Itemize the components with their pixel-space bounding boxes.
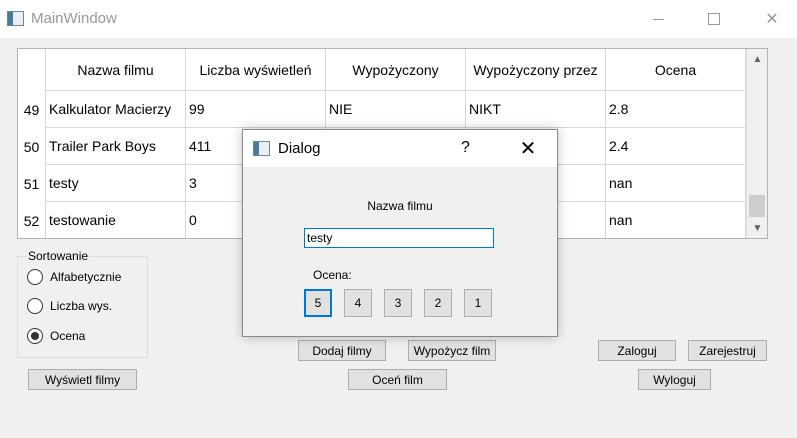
- dialog-title-bar: Dialog ? ✕: [243, 130, 557, 167]
- radio-sort-rating[interactable]: Ocena: [27, 328, 85, 344]
- register-button[interactable]: Zarejestruj: [688, 340, 767, 361]
- radio-sort-alphabetical[interactable]: Alfabetycznie: [27, 269, 121, 285]
- scrollbar-thumb[interactable]: [749, 195, 765, 217]
- radio-sort-views[interactable]: Liczba wys.: [27, 298, 112, 314]
- table-cell[interactable]: 99: [186, 91, 326, 128]
- maximize-icon: [708, 13, 720, 25]
- radio-circle-checked-icon[interactable]: [27, 328, 43, 344]
- rating-button-4[interactable]: 4: [344, 289, 372, 317]
- radio-circle-icon[interactable]: [27, 298, 43, 314]
- close-icon: ✕: [765, 11, 779, 28]
- rating-button-2[interactable]: 2: [424, 289, 452, 317]
- table-cell[interactable]: nan: [606, 202, 746, 238]
- logout-button[interactable]: Wyloguj: [638, 369, 711, 390]
- table-cell[interactable]: testy: [46, 165, 186, 202]
- help-icon[interactable]: ?: [461, 139, 470, 157]
- window-title: MainWindow: [31, 10, 117, 27]
- table-cell[interactable]: Trailer Park Boys: [46, 128, 186, 165]
- scroll-up-arrow-icon[interactable]: ▲: [747, 49, 767, 69]
- radio-label: Ocena: [50, 329, 86, 343]
- minimize-icon: [652, 18, 664, 20]
- column-header-views[interactable]: Liczba wyświetleń: [186, 49, 326, 91]
- table-cell[interactable]: testowanie: [46, 202, 186, 238]
- column-header-rating[interactable]: Ocena: [606, 49, 746, 91]
- add-films-button[interactable]: Dodaj filmy: [298, 340, 386, 361]
- table-cell[interactable]: Kalkulator Macierzy: [46, 91, 186, 128]
- column-header-title[interactable]: Nazwa filmu: [46, 49, 186, 91]
- table-corner: [18, 49, 46, 91]
- row-header[interactable]: 49: [18, 91, 46, 128]
- row-header[interactable]: 51: [18, 165, 46, 202]
- sorting-groupbox-title: Sortowanie: [27, 249, 90, 263]
- rate-film-button[interactable]: Oceń film: [348, 369, 447, 390]
- app-window-icon: [7, 11, 24, 26]
- rent-film-button[interactable]: Wypożycz film: [408, 340, 496, 361]
- table-cell[interactable]: NIE: [326, 91, 466, 128]
- row-header[interactable]: 52: [18, 202, 46, 238]
- film-name-input[interactable]: testy: [304, 228, 494, 248]
- rating-button-1[interactable]: 1: [464, 289, 492, 317]
- rating-label: Ocena:: [313, 268, 352, 282]
- close-button[interactable]: ✕: [749, 0, 795, 38]
- radio-label: Alfabetycznie: [50, 270, 122, 284]
- minimize-button[interactable]: [635, 0, 681, 38]
- maximize-button[interactable]: [691, 0, 737, 38]
- dialog-title: Dialog: [278, 140, 321, 157]
- login-button[interactable]: Zaloguj: [598, 340, 676, 361]
- column-header-rented[interactable]: Wypożyczony: [326, 49, 466, 91]
- film-name-label: Nazwa filmu: [367, 199, 433, 213]
- scroll-down-arrow-icon[interactable]: ▼: [747, 218, 767, 238]
- table-cell[interactable]: nan: [606, 165, 746, 202]
- rating-dialog: Dialog ? ✕ Nazwa filmu testy Ocena: 5 4 …: [242, 129, 558, 337]
- rating-button-3[interactable]: 3: [384, 289, 412, 317]
- radio-circle-icon[interactable]: [27, 269, 43, 285]
- table-vertical-scrollbar[interactable]: ▲ ▼: [746, 49, 767, 238]
- radio-label: Liczba wys.: [50, 299, 113, 313]
- column-header-rented-by[interactable]: Wypożyczony przez: [466, 49, 606, 91]
- row-header[interactable]: 50: [18, 128, 46, 165]
- table-cell[interactable]: NIKT: [466, 91, 606, 128]
- rating-button-5[interactable]: 5: [304, 289, 332, 317]
- show-films-button[interactable]: Wyświetl filmy: [28, 369, 137, 390]
- table-cell[interactable]: 2.8: [606, 91, 746, 128]
- dialog-window-icon: [253, 141, 270, 156]
- title-bar: MainWindow ✕: [0, 0, 797, 38]
- dialog-close-icon[interactable]: ✕: [511, 134, 545, 162]
- table-cell[interactable]: 2.4: [606, 128, 746, 165]
